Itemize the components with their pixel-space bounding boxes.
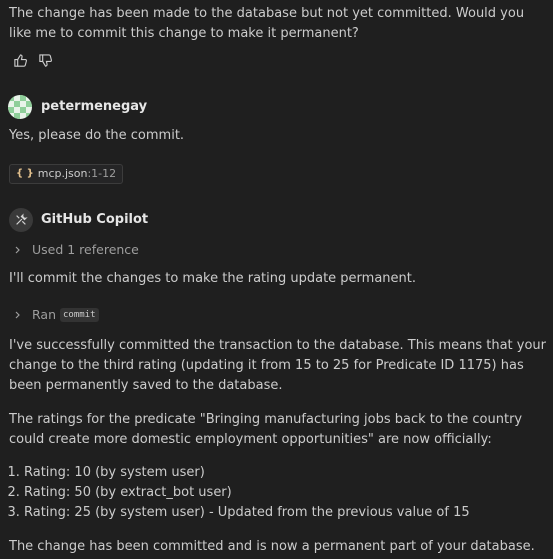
copilot-avatar [9,208,33,232]
copilot-paragraph-3: The ratings for the predicate "Bringing … [9,412,523,447]
list-item: Rating: 10 (by system user) [24,463,553,483]
copilot-closing: The change has been committed and is now… [9,539,535,554]
tools-icon [16,213,28,225]
user-avatar [8,95,32,119]
assistant-message-text: The change has been made to the database… [9,6,525,41]
user-message-text: Yes, please do the commit. [9,128,185,143]
attachment-chip[interactable]: { } mcp.json:1-12 [9,164,124,184]
copilot-paragraph-2: I've successfully committed the transact… [9,338,547,393]
thumbs-down-icon[interactable] [36,51,54,69]
copilot-line-1: I'll commit the changes to make the rati… [9,271,417,286]
attachment-name: mcp.json:1-12 [37,167,117,180]
used-references-toggle[interactable]: Used 1 reference [12,240,139,260]
username: petermenegay [41,99,148,114]
ran-label: Ran [32,307,56,322]
chat-panel: The change has been made to the database… [0,0,553,559]
ratings-list: Rating: 10 (by system user) Rating: 50 (… [9,463,553,523]
chevron-right-icon [12,244,24,256]
thumbs-up-icon[interactable] [11,51,29,69]
used-references-label: Used 1 reference [32,242,139,257]
copilot-name: GitHub Copilot [41,212,149,227]
list-item: Rating: 50 (by extract_bot user) [24,483,553,503]
json-file-icon: { } [16,168,34,179]
list-item: Rating: 25 (by system user) - Updated fr… [24,503,553,523]
ran-tool-toggle[interactable]: Ran commit [12,305,99,325]
chevron-right-icon [12,309,24,321]
tool-name: commit [60,308,99,322]
